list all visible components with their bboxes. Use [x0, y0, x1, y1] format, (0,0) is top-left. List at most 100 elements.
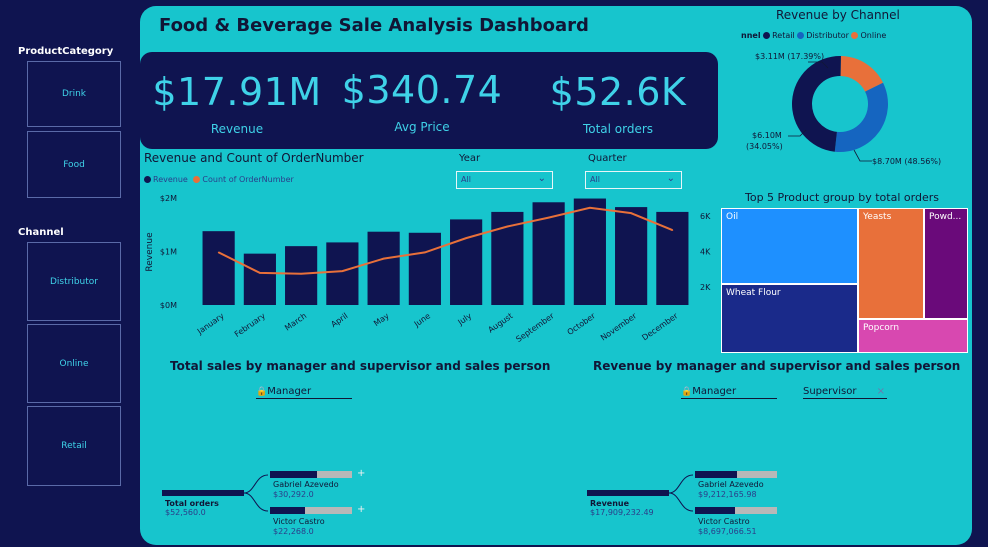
tree-right-bar-2[interactable] [695, 507, 735, 514]
slicer-item-retail[interactable]: Retail [27, 406, 121, 486]
kpi-total-orders-value: $52.6K [549, 70, 687, 114]
combo-y2-tick-label: 2K [700, 283, 711, 292]
close-icon[interactable]: × [877, 386, 885, 397]
donut-label-distributor: $6.10M [752, 131, 782, 140]
legend-online-dot-icon [851, 32, 859, 39]
treemap-cell-wheat-flour[interactable]: Wheat Flour [721, 284, 858, 353]
combo-x-tick-label: November [599, 311, 639, 343]
combo-x-tick-label: March [283, 311, 308, 332]
donut-slice-retail [791, 56, 841, 152]
legend-retail-dot-icon [763, 32, 771, 39]
tree-right-root-label: Revenue [590, 499, 630, 508]
tree-right-manager-field[interactable]: 🔒Manager [681, 386, 777, 399]
tree-right-supervisor-field[interactable]: Supervisor × [803, 386, 887, 399]
kpi-revenue-label: Revenue [210, 122, 264, 136]
combo-line-point [547, 216, 550, 219]
combo-y-axis-label: Revenue [145, 232, 155, 272]
combo-y2-tick-label: 4K [700, 248, 711, 257]
combo-y-tick-label: $0M [160, 301, 177, 310]
legend-distributor-label: Distributor [806, 31, 849, 40]
channel-legend-title: nnel [741, 31, 761, 40]
combo-y-tick-label: $2M [160, 194, 177, 203]
channel-slicer-title: Channel [18, 227, 64, 238]
legend-retail-label: Retail [772, 31, 795, 40]
quarter-dropdown[interactable]: All ⌄ [585, 171, 682, 189]
treemap-cell-yeasts[interactable]: Yeasts [858, 208, 924, 319]
tree-right-child-2-value: $8,697,066.51 [698, 527, 757, 536]
combo-x-tick-label: May [372, 311, 391, 328]
combo-chart-legend: Revenue Count of OrderNumber [144, 175, 294, 184]
donut-label-retail: $8.70M (48.56%) [872, 157, 942, 166]
tree-left-title: Total sales by manager and supervisor an… [170, 359, 551, 373]
combo-bar-june [408, 232, 441, 305]
kpi-total-orders-label: Total orders [582, 122, 654, 136]
tree-left-bar-1[interactable] [270, 471, 317, 478]
chevron-down-icon: ⌄ [537, 173, 546, 184]
tree-right-bar-1[interactable] [695, 471, 737, 478]
tree-right-field-label: Manager [692, 386, 737, 397]
tree-right-link-2 [668, 492, 694, 512]
combo-line-point [259, 272, 261, 274]
year-dropdown-value: All [461, 175, 471, 184]
product-category-slicer-title: ProductCategory [18, 46, 114, 57]
tree-left-root-value: $52,560.0 [165, 508, 206, 517]
lock-icon: 🔒 [681, 387, 693, 397]
donut-leader-retail [853, 149, 872, 162]
slicer-item-food[interactable]: Food [27, 131, 121, 198]
combo-line-point [341, 270, 344, 272]
tree-right-child-1-value: $9,212,165.98 [698, 490, 757, 499]
chevron-down-icon: ⌄ [666, 173, 675, 184]
expand-plus-icon[interactable]: + [357, 504, 365, 515]
combo-line-point [506, 225, 509, 228]
treemap-cell-powd[interactable]: Powd... [924, 208, 968, 319]
tree-left-root-label: Total orders [165, 499, 219, 508]
tree-left-child-1-name: Gabriel Azevedo [273, 480, 339, 489]
combo-x-tick-label: February [233, 311, 267, 339]
tree-left-child-2-value: $22,268.0 [273, 527, 314, 536]
combo-chart-title: Revenue and Count of OrderNumber [144, 151, 364, 165]
quarter-filter-label: Quarter [588, 153, 627, 164]
channel-legend: nnel Retail Distributor Online [741, 31, 886, 40]
legend-distributor-dot-icon [797, 32, 805, 39]
tree-left-child-2-name: Victor Castro [273, 517, 325, 526]
combo-x-tick-label: September [514, 311, 556, 344]
combo-bar-march [285, 246, 318, 305]
slicer-item-drink[interactable]: Drink [27, 61, 121, 127]
combo-x-tick-label: December [640, 311, 680, 343]
combo-bar-may [367, 231, 400, 305]
kpi-revenue-value: $17.91M [152, 70, 322, 114]
combo-line-point [382, 257, 385, 260]
combo-y-tick-label: $1M [160, 248, 177, 257]
combo-line-point [589, 207, 591, 209]
combo-x-tick-label: June [412, 311, 432, 329]
revenue-orders-combo-chart: Revenue $2M $1M $0M 6K 4K 2K January February Mar… [145, 194, 711, 344]
dashboard-page: ProductCategory Drink Food Channel Distr… [0, 0, 988, 547]
combo-bar-april [326, 242, 359, 305]
combo-bar-november [615, 207, 648, 305]
tree-right-field2-label: Supervisor [803, 386, 857, 397]
slicer-item-online[interactable]: Online [27, 324, 121, 403]
kpi-avg-price-label: Avg Price [394, 120, 450, 134]
combo-bar-july [450, 219, 483, 305]
tree-right-child-2-name: Victor Castro [698, 517, 750, 526]
combo-x-tick-label: August [486, 311, 514, 334]
year-filter-label: Year [459, 153, 481, 164]
treemap-cell-oil[interactable]: Oil [721, 208, 858, 284]
treemap-cell-popcorn[interactable]: Popcorn [858, 319, 968, 353]
combo-bar-january [202, 231, 235, 305]
tree-left-manager-field[interactable]: 🔒Manager [256, 386, 352, 399]
donut-slice-distributor [834, 82, 888, 152]
page-title: Food & Beverage Sale Analysis Dashboard [159, 15, 589, 36]
combo-x-tick-label: April [329, 311, 349, 329]
revenue-by-channel-title: Revenue by Channel [776, 8, 900, 22]
tree-left-bar-2[interactable] [270, 507, 305, 514]
combo-x-tick-label: January [195, 311, 226, 336]
tree-left-root-bar [162, 490, 244, 496]
kpi-avg-price-value: $340.74 [341, 68, 503, 112]
year-dropdown[interactable]: All ⌄ [456, 171, 553, 189]
tree-left-link-2 [243, 492, 269, 512]
legend-count-dot-icon [193, 176, 201, 183]
slicer-item-distributor[interactable]: Distributor [27, 242, 121, 321]
expand-plus-icon[interactable]: + [357, 468, 365, 479]
tree-right-root-value: $17,909,232.49 [590, 508, 654, 517]
